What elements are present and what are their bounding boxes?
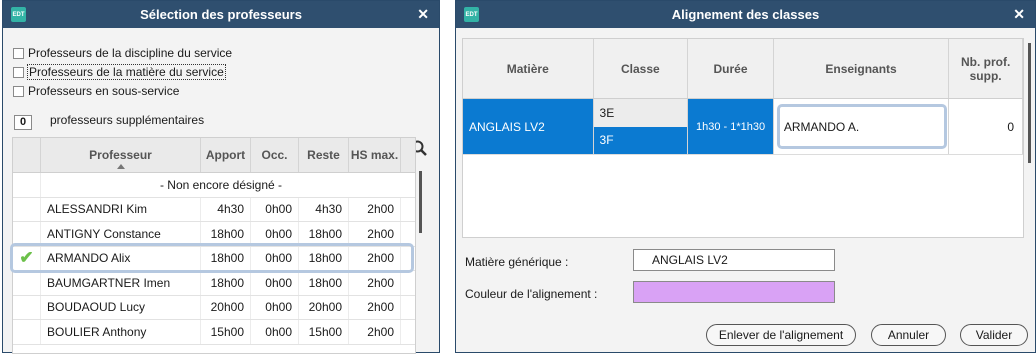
cell-occ: 0h00 [251,271,299,295]
class-item[interactable]: 3E [593,99,688,127]
cell-hs: 2h00 [349,197,401,221]
header-occ[interactable]: Occ. [251,138,299,172]
alignment-color-label: Couleur de l'alignement : [465,287,598,301]
header-nb-prof[interactable]: Nb. prof. supp. [949,39,1023,98]
header-apport[interactable]: Apport [201,138,251,172]
cell-occ: 0h00 [251,246,299,270]
cell-name: BOULIER Anthony [41,320,201,344]
cell-reste: 18h00 [299,246,349,270]
cell-classes: 3E 3F [593,99,689,154]
cell-occ: 0h00 [251,222,299,246]
cell-occ: 0h00 [251,320,299,344]
option-sous-service[interactable]: Professeurs en sous-service [13,84,179,98]
cell-hs: 2h00 [349,320,401,344]
matiere-checkbox[interactable] [13,66,24,78]
close-icon[interactable]: ✕ [1013,6,1025,23]
table-scrollbar[interactable] [416,161,426,351]
sous-service-checkbox[interactable] [13,85,24,97]
cell-occ: 0h00 [251,197,299,221]
cell-apport: 20h00 [201,295,251,319]
cell-apport: 4h30 [201,197,251,221]
professor-table: Professeur Apport Occ. Reste HS max. - N… [12,137,416,354]
alignment-color-swatch[interactable] [633,281,835,303]
option-label: Professeurs en sous-service [28,84,180,98]
not-assigned-label: - Non encore désigné - [159,177,283,192]
table-scrollbar[interactable] [1026,38,1034,188]
cancel-button[interactable]: Annuler [871,324,946,346]
cell-reste: 18h00 [299,222,349,246]
cell-duree: 1h30 - 1*1h30 [688,99,774,154]
option-label: Professeurs de la matière du service [27,64,226,80]
cell-apport: 18h00 [201,246,251,270]
class-alignment-dialog: EDT Alignement des classes ✕ Matière Cla… [455,0,1036,353]
cell-reste: 18h00 [299,271,349,295]
cell-nb-prof: 0 [949,99,1024,154]
cell-name: ALESSANDRI Kim [41,197,201,221]
cell-matiere: ANGLAIS LV2 [463,99,594,154]
table-header: Matière Classe Durée Enseignants Nb. pro… [463,39,1023,99]
header-matiere[interactable]: Matière [463,39,594,98]
sort-asc-icon [116,164,125,169]
professor-selection-titlebar: EDT Sélection des professeurs ✕ [3,1,439,28]
table-row[interactable]: BOULIER Anthony 15h00 0h00 15h00 2h00 [13,320,415,345]
generic-subject-label: Matière générique : [465,255,569,269]
class-item[interactable]: 3F [593,126,688,154]
table-row[interactable]: ANGLAIS LV2 3E 3F 1h30 - 1*1h30 ARMANDO … [463,99,1024,155]
header-enseignants[interactable]: Enseignants [774,39,950,98]
table-row[interactable]: ANTIGNY Constance 18h00 0h00 18h00 2h00 [13,222,415,247]
cell-reste: 15h00 [299,320,349,344]
cell-hs: 2h00 [349,222,401,246]
supp-count-input[interactable]: 0 [14,115,32,130]
option-discipline[interactable]: Professeurs de la discipline du service [13,46,232,60]
cell-hs: 2h00 [349,271,401,295]
header-reste[interactable]: Reste [299,138,349,172]
dialog-title: Sélection des professeurs [140,7,302,22]
edt-logo-icon: EDT [464,7,479,22]
discipline-checkbox[interactable] [13,47,24,59]
cell-reste: 20h00 [299,295,349,319]
cell-apport: 18h00 [201,271,251,295]
supp-label: professeurs supplémentaires [50,113,205,127]
header-duree[interactable]: Durée [688,39,774,98]
cell-reste: 4h30 [299,197,349,221]
table-row[interactable]: BOUDAOUD Lucy 20h00 0h00 20h00 2h00 [13,295,415,320]
generic-subject-field[interactable]: ANGLAIS LV2 [633,249,835,271]
cell-apport: 15h00 [201,320,251,344]
header-hs-max[interactable]: HS max. [349,138,401,172]
scrollbar-thumb[interactable] [1028,43,1031,163]
edt-logo-icon: EDT [11,7,26,22]
cell-hs: 2h00 [349,246,401,270]
close-icon[interactable]: ✕ [417,6,429,23]
teachers-field[interactable]: ARMANDO A. [776,104,947,149]
checkmark-icon: ✔ [19,248,34,268]
alignment-table: Matière Classe Durée Enseignants Nb. pro… [462,38,1024,238]
cell-occ: 0h00 [251,295,299,319]
professor-selection-dialog: EDT Sélection des professeurs ✕ Professe… [2,0,440,354]
header-professeur[interactable]: Professeur [41,138,201,172]
validate-button[interactable]: Valider [960,324,1028,346]
header-check [13,138,41,172]
dialog-title: Alignement des classes [671,7,820,22]
cell-apport: 18h00 [201,222,251,246]
table-row[interactable]: ALESSANDRI Kim 4h30 0h00 4h30 2h00 [13,197,415,222]
cell-name: ANTIGNY Constance [41,222,201,246]
header-classe[interactable]: Classe [594,39,689,98]
cell-hs: 2h00 [349,295,401,319]
table-row-selected[interactable]: ✔ ARMANDO Alix 18h00 0h00 18h00 2h00 [13,246,415,271]
cell-enseignants[interactable]: ARMANDO A. [774,99,950,154]
option-label: Professeurs de la discipline du service [28,46,233,60]
table-row[interactable]: BAUMGARTNER Imen 18h00 0h00 18h00 2h00 [13,271,415,296]
cell-name: BOUDAOUD Lucy [41,295,201,319]
option-matiere[interactable]: Professeurs de la matière du service [13,64,226,80]
cell-name: BAUMGARTNER Imen [41,271,201,295]
alignment-titlebar: EDT Alignement des classes ✕ [456,1,1035,28]
remove-from-alignment-button[interactable]: Enlever de l'alignement [706,324,856,346]
table-header: Professeur Apport Occ. Reste HS max. [13,138,415,173]
scrollbar-thumb[interactable] [419,171,422,233]
cell-name: ARMANDO Alix [41,246,201,270]
table-row-not-assigned[interactable]: - Non encore désigné - [13,173,415,198]
